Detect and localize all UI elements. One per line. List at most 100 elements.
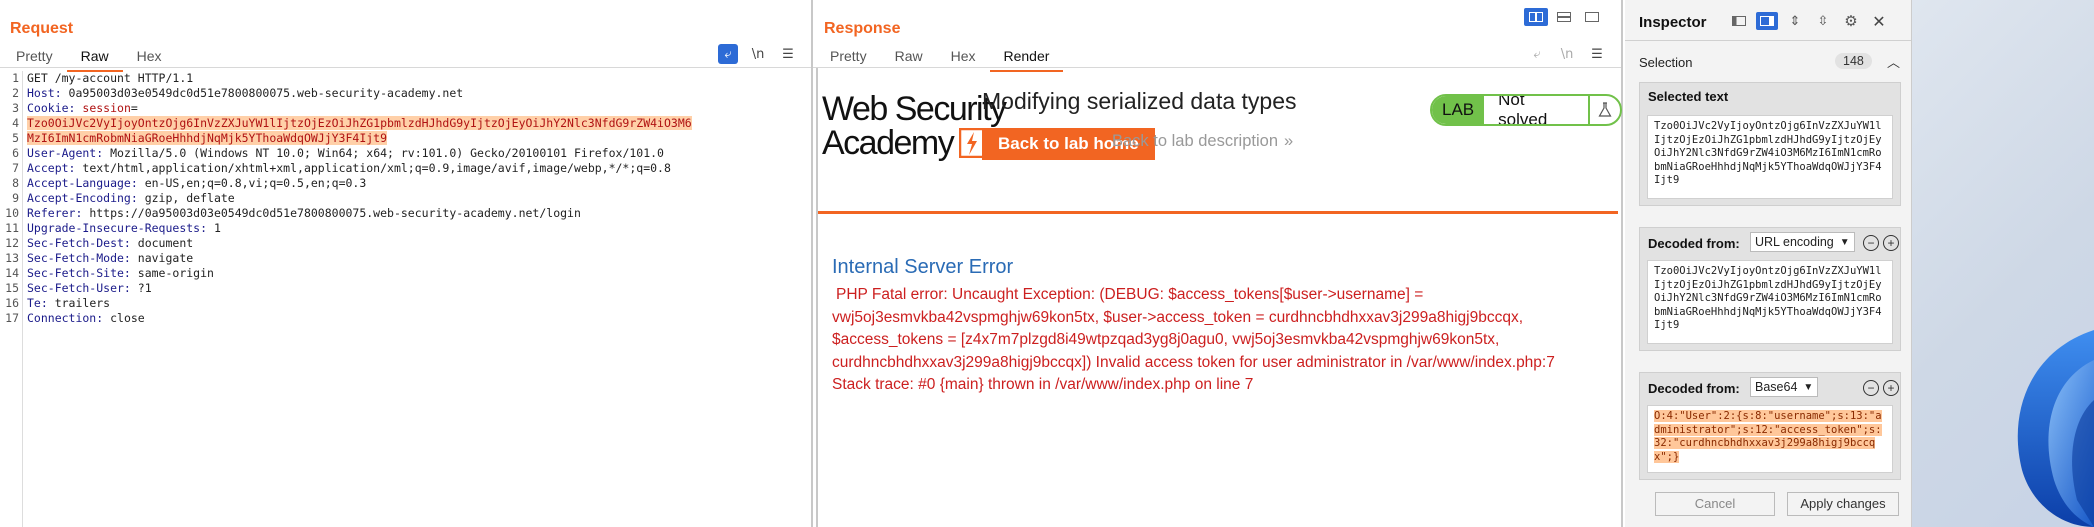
decoded-base64-box[interactable]: O:4:"User":2:{s:8:"username";s:13:"admin… xyxy=(1647,405,1893,473)
line-number: 14 xyxy=(5,266,19,280)
orange-divider xyxy=(818,211,1618,214)
newline-toggle[interactable]: \n xyxy=(1557,44,1577,64)
windows-bloom-wallpaper xyxy=(2017,330,2094,527)
line-number: 10 xyxy=(5,206,19,220)
inspector-layout-right-icon[interactable] xyxy=(1756,12,1778,30)
request-toolbar: ⤶ \n ☰ xyxy=(718,44,798,64)
header-name: Sec-Fetch-Dest: xyxy=(27,236,131,250)
chevron-down-icon: ▼ xyxy=(1803,381,1814,393)
decoded-base64-section: Decoded from: Base64 ▼ − + O:4:"User":2:… xyxy=(1639,372,1901,480)
close-icon[interactable]: ✕ xyxy=(1868,12,1890,31)
inspector-panel: Inspector ⇕ ⇳ ⚙ ✕ Selection 148 ︿ Select… xyxy=(1625,0,1912,527)
side-by-side-layout-icon[interactable] xyxy=(1524,8,1548,26)
tabbed-layout-icon[interactable] xyxy=(1580,8,1604,26)
selection-count-badge: 148 xyxy=(1835,53,1872,69)
decoded-from-label: Decoded from: xyxy=(1648,236,1740,251)
cancel-button[interactable]: Cancel xyxy=(1655,492,1775,516)
line-number: 13 xyxy=(5,251,19,265)
selected-text-label: Selected text xyxy=(1648,89,1729,104)
error-line: Stack trace: #0 {main} thrown in /var/ww… xyxy=(832,376,1254,393)
add-decoding-icon[interactable]: + xyxy=(1883,235,1899,251)
code-line: Host: 0a95003d03e0549dc0d51e7800800075.w… xyxy=(27,86,692,101)
add-decoding-icon[interactable]: + xyxy=(1883,380,1899,396)
header-value: 1 xyxy=(207,221,221,235)
decoding-select-base64[interactable]: Base64 ▼ xyxy=(1750,377,1819,397)
selected-text-section: Selected text Tzo0OiJVc2VyIjoyOntzOjg6In… xyxy=(1639,82,1901,206)
stacked-layout-icon[interactable] xyxy=(1552,8,1576,26)
tab-raw[interactable]: Raw xyxy=(66,48,123,72)
remove-decoding-icon[interactable]: − xyxy=(1863,235,1879,251)
wrap-icon[interactable]: ⤶ xyxy=(1527,44,1547,64)
request-code[interactable]: GET /my-account HTTP/1.1 Host: 0a95003d03… xyxy=(23,71,692,527)
header-name: Accept: xyxy=(27,161,76,175)
header-name: Accept-Encoding: xyxy=(27,191,138,205)
header-value: Mozilla/5.0 (Windows NT 10.0; Win64; x64… xyxy=(103,146,664,160)
code-line: Cookie: session= xyxy=(27,101,692,116)
header-name: User-Agent: xyxy=(27,146,104,160)
inspector-title: Inspector xyxy=(1639,14,1707,31)
selected-cookie-value: MzI6ImN1cmRobmNiaGRoeHhhdjNqMjk5YThoaWdq… xyxy=(27,131,388,145)
gear-icon[interactable]: ⚙ xyxy=(1840,12,1862,30)
header-value: close xyxy=(103,311,145,325)
back-to-lab-description-label: Back to lab description xyxy=(1112,132,1279,150)
header-name: Sec-Fetch-Site: xyxy=(27,266,131,280)
response-panel: Response Pretty Raw Hex Render ⤶ \n ☰ We… xyxy=(813,0,1623,527)
header-value: trailers xyxy=(47,296,111,310)
line-number: 1 xyxy=(12,71,19,85)
code-line: MzI6ImN1cmRobmNiaGRoeHhhdjNqMjk5YThoaWdq… xyxy=(27,131,692,146)
header-value: ?1 xyxy=(130,281,152,295)
selection-label: Selection xyxy=(1639,55,1693,70)
remove-decoding-icon[interactable]: − xyxy=(1863,380,1879,396)
divider xyxy=(0,67,811,68)
header-name: Upgrade-Insecure-Requests: xyxy=(27,221,208,235)
header-value: same-origin xyxy=(130,266,214,280)
selected-text-box[interactable]: Tzo0OiJVc2VyIjoyOntzOjg6InVzZXJuYW1lIjtz… xyxy=(1647,115,1893,199)
collapse-all-icon[interactable]: ⇳ xyxy=(1812,12,1834,30)
error-message: PHP Fatal error: Uncaught Exception: (DE… xyxy=(832,284,1612,397)
lab-label: LAB xyxy=(1432,96,1485,124)
request-editor[interactable]: 1 2 3 4 5 6 7 8 9 10 11 12 13 14 15 16 17 GET /my-accoun… xyxy=(0,71,692,527)
request-tabs: Pretty Raw Hex xyxy=(2,48,176,72)
decoded-from-label: Decoded from: xyxy=(1648,381,1740,396)
chevron-up-icon[interactable]: ︿ xyxy=(1887,52,1900,71)
line-number: 6 xyxy=(12,146,19,160)
line-number: 17 xyxy=(5,311,19,325)
line-number: 9 xyxy=(12,191,19,205)
response-title: Response xyxy=(824,20,901,37)
selected-cookie-value: Tzo0OiJVc2VyIjoyOntzOjg6InVzZXJuYW1lIjtz… xyxy=(27,116,692,130)
logo-line-1: Web Security xyxy=(822,90,1007,128)
line-number: 4 xyxy=(12,116,19,130)
code-line: Accept-Language: en-US,en;q=0.8,vi;q=0.5… xyxy=(27,176,692,191)
double-chevron-icon: » xyxy=(1284,132,1294,150)
header-name: Te: xyxy=(27,296,48,310)
expand-all-icon[interactable]: ⇕ xyxy=(1784,12,1806,30)
web-security-academy-logo[interactable]: Web Security Academy xyxy=(822,90,1007,160)
decoding-select-url[interactable]: URL encoding ▼ xyxy=(1750,232,1855,252)
newline-toggle[interactable]: \n xyxy=(748,44,768,64)
lab-status: Not solved xyxy=(1498,94,1548,126)
apply-changes-button[interactable]: Apply changes xyxy=(1787,492,1899,516)
tab-pretty[interactable]: Pretty xyxy=(2,48,67,72)
tab-hex[interactable]: Hex xyxy=(123,48,176,72)
inspector-layout-left-icon[interactable] xyxy=(1728,12,1750,30)
response-toolbar: ⤶ \n ☰ xyxy=(1527,44,1607,64)
request-title: Request xyxy=(10,20,74,37)
hamburger-icon[interactable]: ☰ xyxy=(1587,44,1607,64)
code-line: Accept-Encoding: gzip, deflate xyxy=(27,191,692,206)
back-to-lab-description-link[interactable]: Back to lab description » xyxy=(1112,132,1293,151)
line-number: 3 xyxy=(12,101,19,115)
flask-icon xyxy=(1587,96,1620,124)
hamburger-icon[interactable]: ☰ xyxy=(778,44,798,64)
line-number-gutter: 1 2 3 4 5 6 7 8 9 10 11 12 13 14 15 16 17 xyxy=(0,71,23,527)
header-value: gzip, deflate xyxy=(137,191,235,205)
code-line: Referer: https://0a95003d03e0549dc0d51e7… xyxy=(27,206,692,221)
request-panel: Request Pretty Raw Hex ⤶ \n ☰ 1234567891… xyxy=(0,0,813,527)
header-value: en-US,en;q=0.8,vi;q=0.5,en;q=0.3 xyxy=(137,176,367,190)
line-number: 12 xyxy=(5,236,19,250)
wrap-icon[interactable]: ⤶ xyxy=(718,44,738,64)
code-line: Upgrade-Insecure-Requests: 1 xyxy=(27,221,692,236)
render-view: Web Security Academy Modifying serialize… xyxy=(816,68,1622,527)
decoded-url-box[interactable]: Tzo0OiJVc2VyIjoyOntzOjg6InVzZXJuYW1lIjtz… xyxy=(1647,260,1893,344)
